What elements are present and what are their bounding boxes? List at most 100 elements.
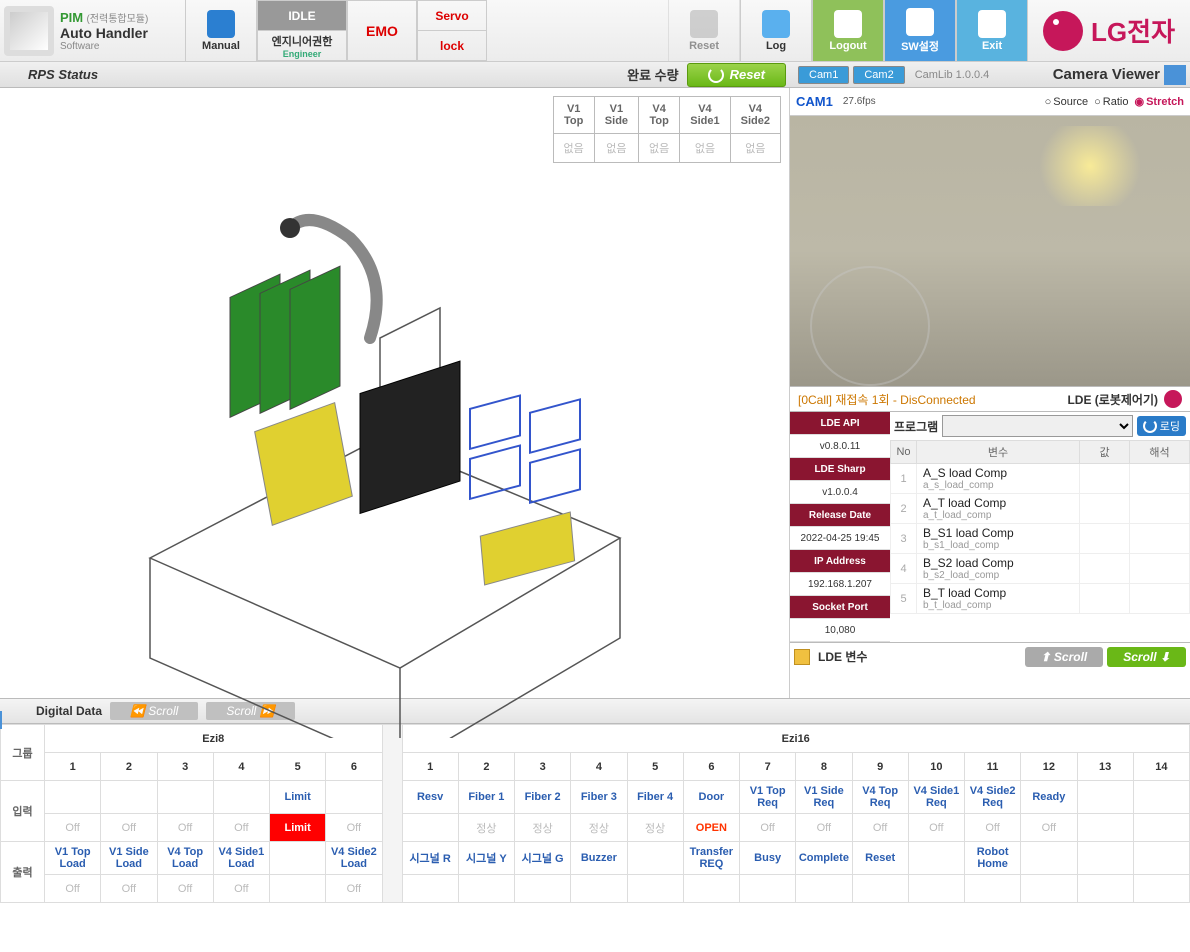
dd-cell: Off <box>796 814 852 842</box>
lg-circle-icon <box>1043 11 1083 51</box>
status-group: IDLE 엔지니어권한Engineer <box>257 0 347 61</box>
dd-cell <box>101 781 157 814</box>
servo-lock-group: Servo lock <box>417 0 487 61</box>
lde-sharp-ver: v1.0.0.4 <box>790 481 890 504</box>
dd-cell: 시그널 G <box>515 842 571 875</box>
dd-cell: Off <box>326 814 382 842</box>
scroll-up-button[interactable]: ⬆ Scroll <box>1025 647 1104 667</box>
dd-cell: Reset <box>852 842 908 875</box>
idle-status: IDLE <box>258 1 346 31</box>
dd-cell <box>1077 814 1133 842</box>
manual-button[interactable]: Manual <box>185 0 257 61</box>
log-button[interactable]: Log <box>740 0 812 61</box>
loading-button[interactable]: 로딩 <box>1137 416 1186 436</box>
release-val: 2022-04-25 19:45 <box>790 527 890 550</box>
pim-sub: (전력통합모듈) <box>86 14 148 25</box>
reset-icon <box>690 10 718 38</box>
dd-cell <box>515 875 571 903</box>
machine-3d-view[interactable] <box>100 178 680 738</box>
dd-cell: Fiber 2 <box>515 781 571 814</box>
col-num: 12 <box>1021 753 1077 781</box>
dd-cell <box>683 875 739 903</box>
dd-cell <box>402 875 458 903</box>
dd-cell <box>1021 875 1077 903</box>
cam-header: CAM1 27.6fps ○ Source ○ Ratio ◉ Stretch <box>790 88 1190 116</box>
dd-cell: 정상 <box>627 814 683 842</box>
dd-cell: V4 Side2 Req <box>965 781 1021 814</box>
dd-cell: Off <box>965 814 1021 842</box>
spinner-icon <box>1143 419 1157 433</box>
cam2-toggle[interactable]: Cam2 <box>853 66 904 84</box>
col-num: 11 <box>965 753 1021 781</box>
col-num: 6 <box>326 753 382 781</box>
program-select[interactable] <box>942 415 1133 437</box>
dd-cell: Ready <box>1021 781 1077 814</box>
right-panel: CAM1 27.6fps ○ Source ○ Ratio ◉ Stretch … <box>790 88 1190 698</box>
dd-cell: Buzzer <box>571 842 627 875</box>
variable-row[interactable]: 3B_S1 load Compb_s1_load_comp <box>891 524 1190 554</box>
lde-sharp-label: LDE Sharp <box>790 458 890 481</box>
dd-cell: Off <box>740 814 796 842</box>
dd-cell <box>1133 814 1189 842</box>
reset-button[interactable]: Reset <box>668 0 740 61</box>
v-status-table: V1Top V1Side V4Top V4Side1 V4Side2 없음 없음… <box>553 96 781 163</box>
sw-config-button[interactable]: SW설정 <box>884 0 956 61</box>
lde-footer: LDE 변수 ⬆ Scroll Scroll ⬇ <box>790 642 1190 670</box>
col-num: 4 <box>571 753 627 781</box>
dd-cell: Complete <box>796 842 852 875</box>
dd-cell: Door <box>683 781 739 814</box>
lde-api-label: LDE API <box>790 412 890 435</box>
logout-button[interactable]: Logout <box>812 0 884 61</box>
dd-cell <box>1021 842 1077 875</box>
col-num: 2 <box>101 753 157 781</box>
dd-cell <box>45 781 101 814</box>
dd-icon <box>0 711 2 729</box>
dd-cell <box>458 875 514 903</box>
dd-cell: 정상 <box>458 814 514 842</box>
digital-data-table: 그룹 Ezi8 Ezi16 1234561234567891011121314 … <box>0 724 1190 903</box>
radio-stretch[interactable]: ◉ Stretch <box>1134 95 1184 108</box>
ip-val: 192.168.1.207 <box>790 573 890 596</box>
log-icon <box>762 10 790 38</box>
camera-feed <box>790 116 1190 386</box>
dd-cell: Limit <box>270 781 326 814</box>
dd-cell: Off <box>101 814 157 842</box>
col-num: 14 <box>1133 753 1189 781</box>
cam1-toggle[interactable]: Cam1 <box>798 66 849 84</box>
dd-cell <box>157 781 213 814</box>
exit-button[interactable]: Exit <box>956 0 1028 61</box>
col-num: 9 <box>852 753 908 781</box>
refresh-icon <box>708 67 724 83</box>
dd-cell: Off <box>157 814 213 842</box>
radio-ratio[interactable]: ○ Ratio <box>1094 95 1128 108</box>
document-icon <box>794 649 810 665</box>
emo-status: EMO <box>347 0 417 61</box>
lde-title: LDE (로봇제어기) <box>1067 391 1158 408</box>
dd-cell <box>965 875 1021 903</box>
dd-cell: V1 Side Load <box>101 842 157 875</box>
dd-cell: 정상 <box>515 814 571 842</box>
reset-qty-button[interactable]: Reset <box>687 63 786 87</box>
dd-cell <box>627 875 683 903</box>
ip-label: IP Address <box>790 550 890 573</box>
variable-row[interactable]: 1A_S load Compa_s_load_comp <box>891 464 1190 494</box>
dd-cell <box>571 875 627 903</box>
dd-cell <box>213 781 269 814</box>
dd-cell <box>1133 842 1189 875</box>
dd-cell: Robot Home <box>965 842 1021 875</box>
variable-row[interactable]: 4B_S2 load Compb_s2_load_comp <box>891 554 1190 584</box>
variable-row[interactable]: 5B_T load Compb_t_load_comp <box>891 584 1190 614</box>
variable-table[interactable]: No변수값해석 1A_S load Compa_s_load_comp2A_T … <box>890 440 1190 642</box>
scroll-down-button[interactable]: Scroll ⬇ <box>1107 647 1186 667</box>
dd-cell: Off <box>326 875 382 903</box>
output-header: 출력 <box>1 842 45 903</box>
dd-cell: V4 Side2 Load <box>326 842 382 875</box>
dd-cell <box>1133 781 1189 814</box>
dd-cell: Transfer REQ <box>683 842 739 875</box>
app-logo: PIM (전력통합모듈) Auto Handler Software <box>0 0 185 61</box>
variable-row[interactable]: 2A_T load Compa_t_load_comp <box>891 494 1190 524</box>
lg-small-icon <box>1164 390 1182 408</box>
dd-cell <box>796 875 852 903</box>
radio-source[interactable]: ○ Source <box>1045 95 1089 108</box>
dd-cell: V1 Top Req <box>740 781 796 814</box>
